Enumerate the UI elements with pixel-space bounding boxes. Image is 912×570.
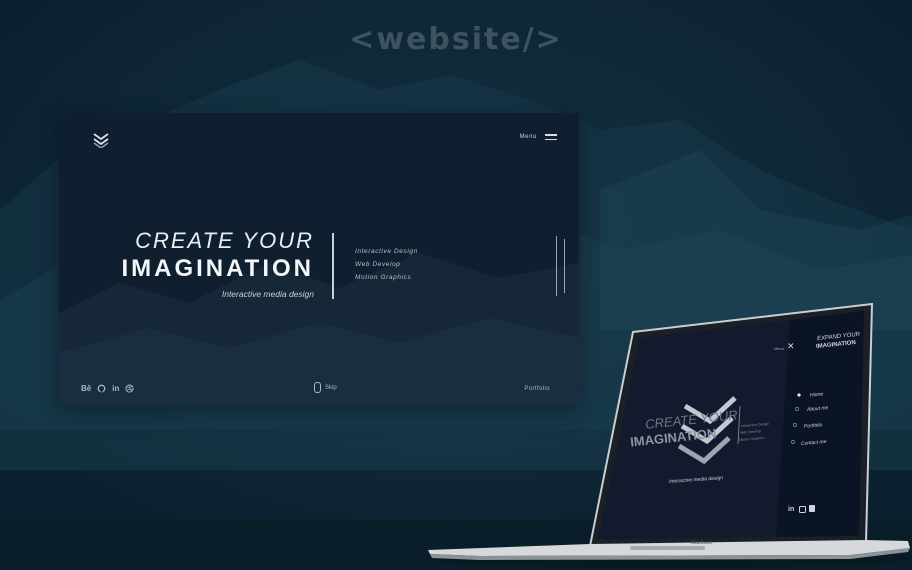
close-icon[interactable]: ✕: [787, 341, 795, 352]
menu-label: Menu: [519, 134, 537, 140]
hamburger-icon: [545, 134, 557, 140]
page-scroll-indicator[interactable]: [556, 236, 568, 296]
laptop-brand: MacBook: [691, 540, 712, 546]
skip-label: Skip: [325, 384, 337, 391]
service-item[interactable]: Interactive Design: [355, 245, 418, 258]
mouse-scroll-icon: [314, 382, 321, 393]
services-list: Interactive Design Web Develop Motion Gr…: [355, 245, 418, 284]
divider-line: [332, 233, 334, 299]
behance-icon[interactable]: Bē: [81, 384, 91, 393]
laptop-menu-label[interactable]: Menu: [774, 346, 784, 351]
website-heading: <website/>: [349, 22, 563, 57]
skip-button[interactable]: Skip: [314, 382, 337, 393]
chevron-stack-icon[interactable]: [91, 132, 111, 148]
service-item[interactable]: Motion Graphics: [355, 271, 418, 284]
linkedin-icon[interactable]: in: [112, 384, 119, 393]
github-icon[interactable]: [97, 384, 106, 393]
dribbble-icon[interactable]: [125, 384, 134, 393]
instagram-icon[interactable]: [799, 506, 806, 513]
hero-title-line2: IMAGINATION: [121, 255, 314, 282]
laptop-nav-item[interactable]: Home: [810, 391, 824, 398]
linkedin-icon[interactable]: in: [788, 506, 794, 513]
service-item[interactable]: Web Develop: [355, 258, 418, 271]
facebook-icon[interactable]: [809, 505, 815, 512]
social-links: Bē in: [81, 384, 134, 393]
hero-title-line1: CREATE YOUR: [135, 228, 314, 253]
hero-subtitle: Interactive media design: [221, 289, 314, 299]
menu-button[interactable]: Menu: [520, 134, 557, 140]
